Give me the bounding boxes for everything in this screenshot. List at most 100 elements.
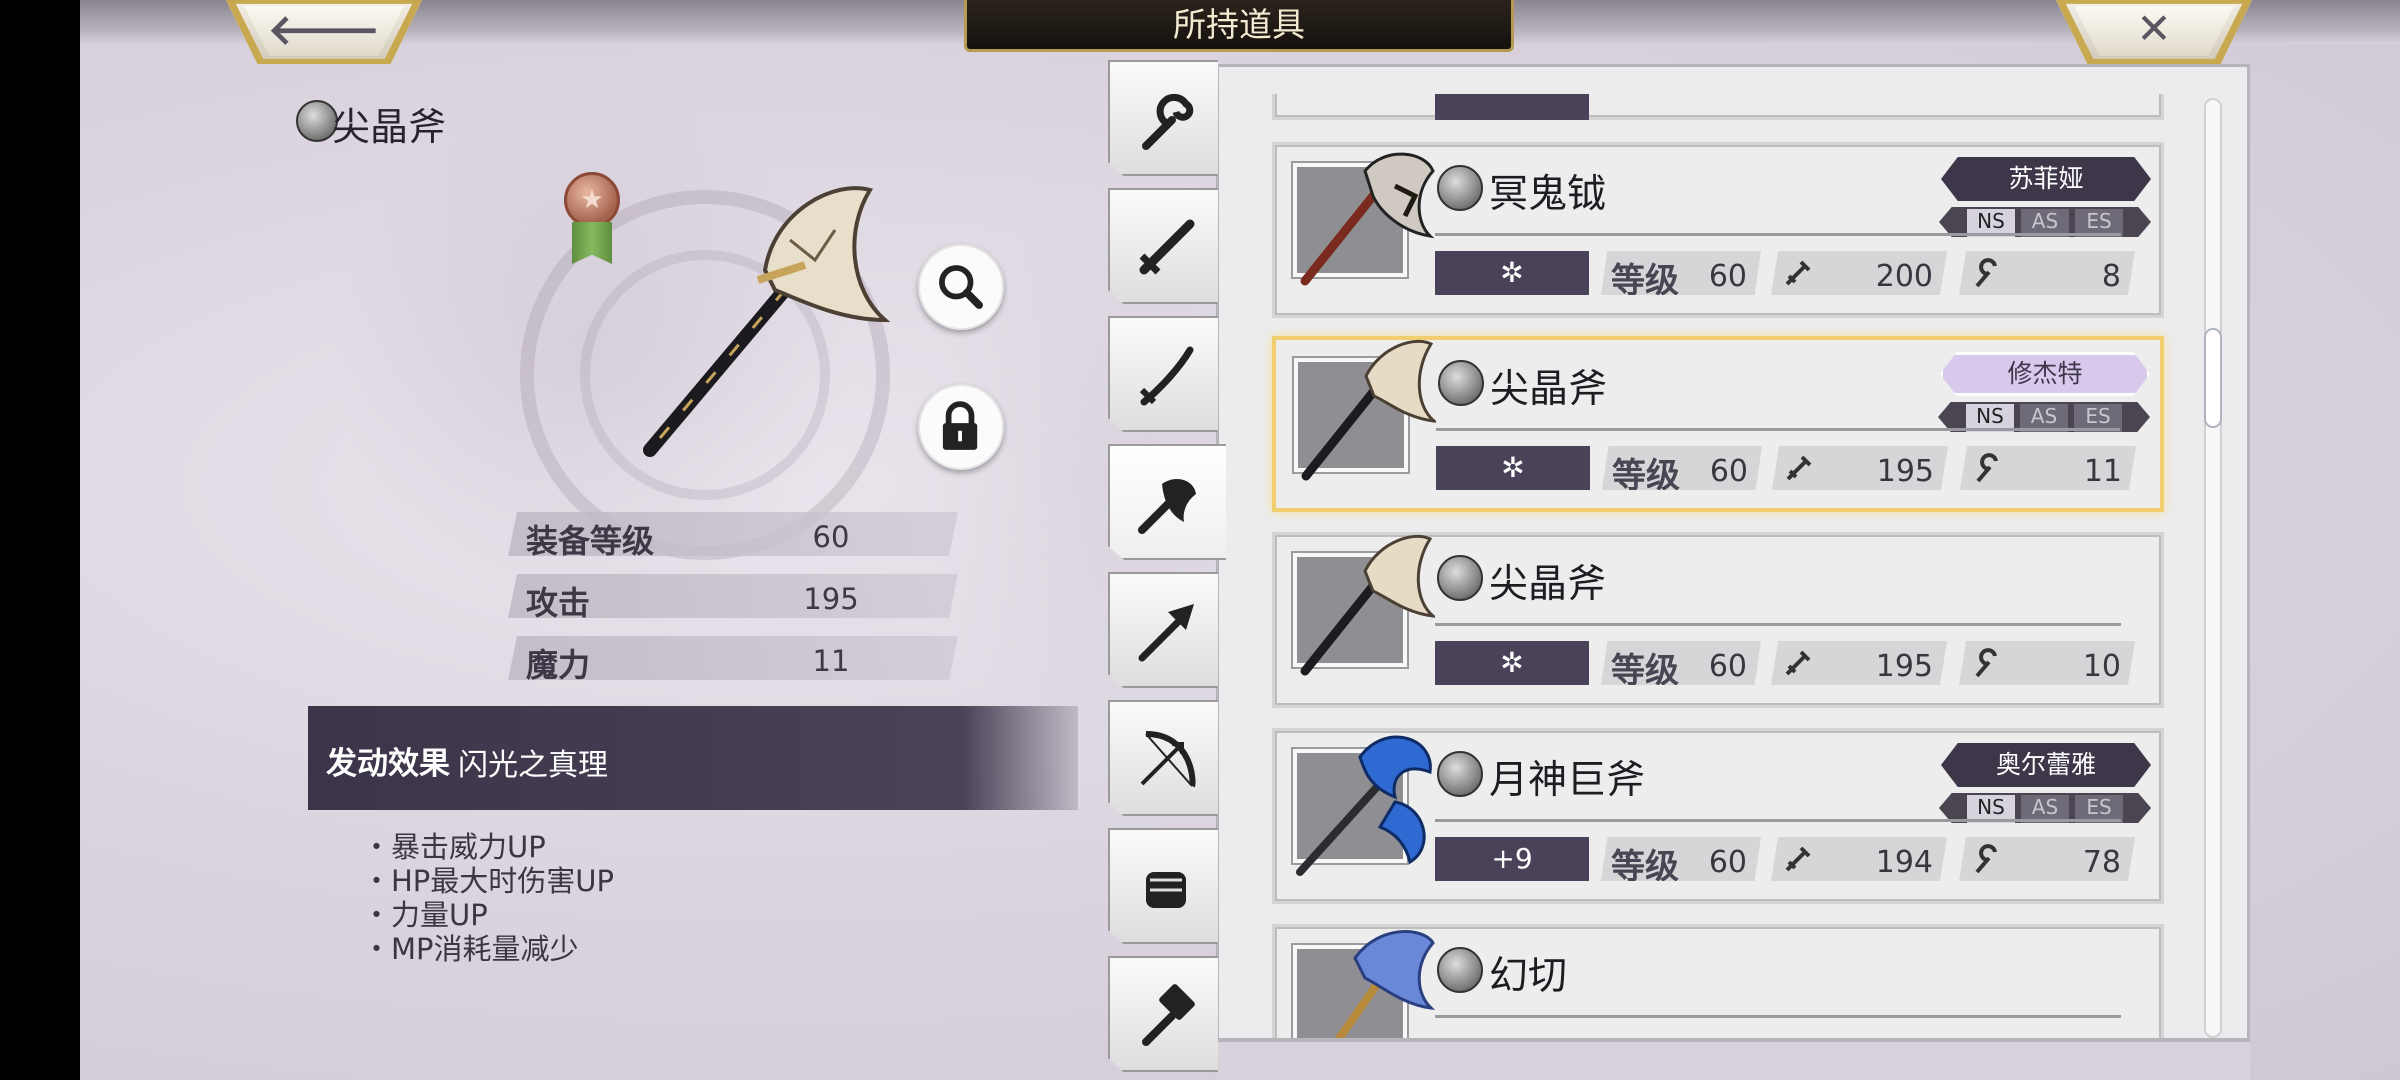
magic-box: 11 <box>1960 446 2136 490</box>
weapon-type-icon <box>1437 555 1483 601</box>
divider <box>1435 233 2121 236</box>
attack-box: 195 <box>1772 446 1948 490</box>
stat-row-attack: 攻击 195 <box>508 574 958 618</box>
staff-icon <box>1975 648 1997 678</box>
attack-value: 194 <box>1875 845 1933 880</box>
weapon-card[interactable]: 月神巨斧 奥尔蕾雅 NS AS ES +9 等级 60 194 78 <box>1272 728 2164 904</box>
effect-name: 闪光之真理 <box>458 748 608 783</box>
spinel-axe-icon <box>1301 339 1436 481</box>
level-box: 等级 60 <box>1602 446 1762 490</box>
close-button[interactable]: ✕ <box>2056 0 2252 64</box>
hammer-icon <box>1142 984 1195 1046</box>
katana-icon <box>1139 346 1194 406</box>
dark-axe-icon <box>1300 152 1435 286</box>
effect-item: ・暴击威力UP <box>362 830 546 864</box>
weapon-card-selected[interactable]: 尖晶斧 修杰特 NS AS ES ✲ 等级 60 195 11 <box>1272 336 2164 512</box>
stat-row-level: 装备等级 60 <box>508 512 958 556</box>
tab-staff[interactable] <box>1108 60 1218 176</box>
divider <box>1435 1015 2121 1018</box>
stat-label: 攻击 <box>526 584 591 622</box>
back-button[interactable]: 🡐 <box>226 0 422 64</box>
level-box: 等级 60 <box>1601 641 1761 685</box>
weapon-type-icon <box>1437 165 1483 211</box>
sword-icon <box>1785 650 1811 676</box>
magic-box: 78 <box>1959 837 2135 881</box>
weapon-name: 尖晶斧 <box>1489 562 1607 607</box>
owner-badge: 奥尔蕾雅 <box>1941 743 2151 787</box>
magic-value: 10 <box>2082 649 2121 684</box>
level-label: 等级 <box>1611 847 1679 887</box>
weapon-image <box>643 186 891 457</box>
weapon-type-icon <box>1437 947 1483 993</box>
attack-value: 200 <box>1875 259 1933 294</box>
enhance-badge: ✲ <box>1435 641 1589 685</box>
sword-icon <box>1786 455 1812 481</box>
level-value: 60 <box>1709 454 1748 489</box>
attack-value: 195 <box>1875 649 1933 684</box>
stat-value: 60 <box>812 520 850 554</box>
level-box: 等级 60 <box>1601 251 1761 295</box>
staff-icon <box>1142 93 1194 150</box>
tab-bow[interactable] <box>1108 700 1218 816</box>
lock-icon <box>942 401 978 450</box>
axe-icon <box>1138 479 1196 534</box>
magic-box: 8 <box>1959 251 2135 295</box>
enhance-badge: ✲ <box>1435 251 1589 295</box>
magic-value: 8 <box>2101 259 2121 294</box>
sword-icon <box>1785 846 1811 872</box>
tab-hammer[interactable] <box>1108 956 1218 1072</box>
stat-row-magic: 魔力 11 <box>508 636 958 680</box>
tab-axe[interactable] <box>1108 444 1226 560</box>
stat-value: 11 <box>812 644 850 678</box>
weapon-name: 幻切 <box>1489 954 1568 999</box>
magic-value: 78 <box>2082 845 2121 880</box>
weapon-card[interactable]: 尖晶斧 ✲ 等级 60 195 10 <box>1272 532 2164 708</box>
stat-label: 魔力 <box>526 646 591 684</box>
magic-value: 11 <box>2083 454 2122 489</box>
weapon-name: 月神巨斧 <box>1489 758 1646 803</box>
magic-box: 10 <box>1959 641 2135 685</box>
divider <box>1436 428 2120 431</box>
bow-icon <box>1140 731 1196 788</box>
effect-item: ・力量UP <box>362 898 488 932</box>
list-bottom-mask <box>1216 1042 2250 1080</box>
list-bottom-border <box>1216 1038 2250 1042</box>
attack-box: 194 <box>1771 837 1947 881</box>
zoom-button[interactable] <box>918 244 1004 330</box>
back-arrow-icon: 🡐 <box>267 5 381 54</box>
sword-icon <box>1139 219 1195 275</box>
weapon-card-partial[interactable]: 幻切 <box>1272 924 2164 1073</box>
effect-list: ・暴击威力UP ・HP最大时伤害UP ・力量UP ・MP消耗量减少 <box>362 830 614 966</box>
divider <box>1435 819 2121 822</box>
weapon-card[interactable]: 冥鬼钺 苏菲娅 NS AS ES ✲ 等级 60 200 8 <box>1272 142 2164 318</box>
level-label: 等级 <box>1611 261 1679 301</box>
level-label: 等级 <box>1612 456 1680 496</box>
tab-katana[interactable] <box>1108 316 1218 432</box>
weapon-type-icon <box>1438 360 1484 406</box>
scrollbar-track[interactable] <box>2204 98 2222 1038</box>
sword-icon <box>1785 260 1811 286</box>
scrollbar-thumb[interactable] <box>2204 328 2222 428</box>
spear-icon <box>1138 604 1194 662</box>
tab-sword[interactable] <box>1108 188 1218 304</box>
tab-fist[interactable] <box>1108 828 1218 944</box>
effect-item: ・MP消耗量减少 <box>362 932 579 966</box>
owner-badge: 修杰特 <box>1940 352 2150 396</box>
magnifier-icon <box>939 265 983 309</box>
level-value: 60 <box>1708 845 1747 880</box>
tab-spear[interactable] <box>1108 572 1218 688</box>
staff-icon <box>1975 258 1997 288</box>
level-label: 等级 <box>1611 651 1679 691</box>
moon-axe-icon <box>1296 735 1432 876</box>
weapon-name: 尖晶斧 <box>1490 367 1608 412</box>
lock-button[interactable] <box>918 384 1004 470</box>
stat-label: 装备等级 <box>526 522 655 560</box>
active-effect-header: 发动效果 闪光之真理 <box>308 706 1078 810</box>
effect-label: 发动效果 <box>326 746 450 782</box>
attack-box: 200 <box>1771 251 1947 295</box>
enhance-badge: ✲ <box>1436 446 1590 490</box>
divider <box>1435 623 2121 626</box>
close-icon: ✕ <box>2136 4 2172 53</box>
fist-icon <box>1146 872 1186 908</box>
detail-weapon-name: 尖晶斧 <box>332 105 447 149</box>
